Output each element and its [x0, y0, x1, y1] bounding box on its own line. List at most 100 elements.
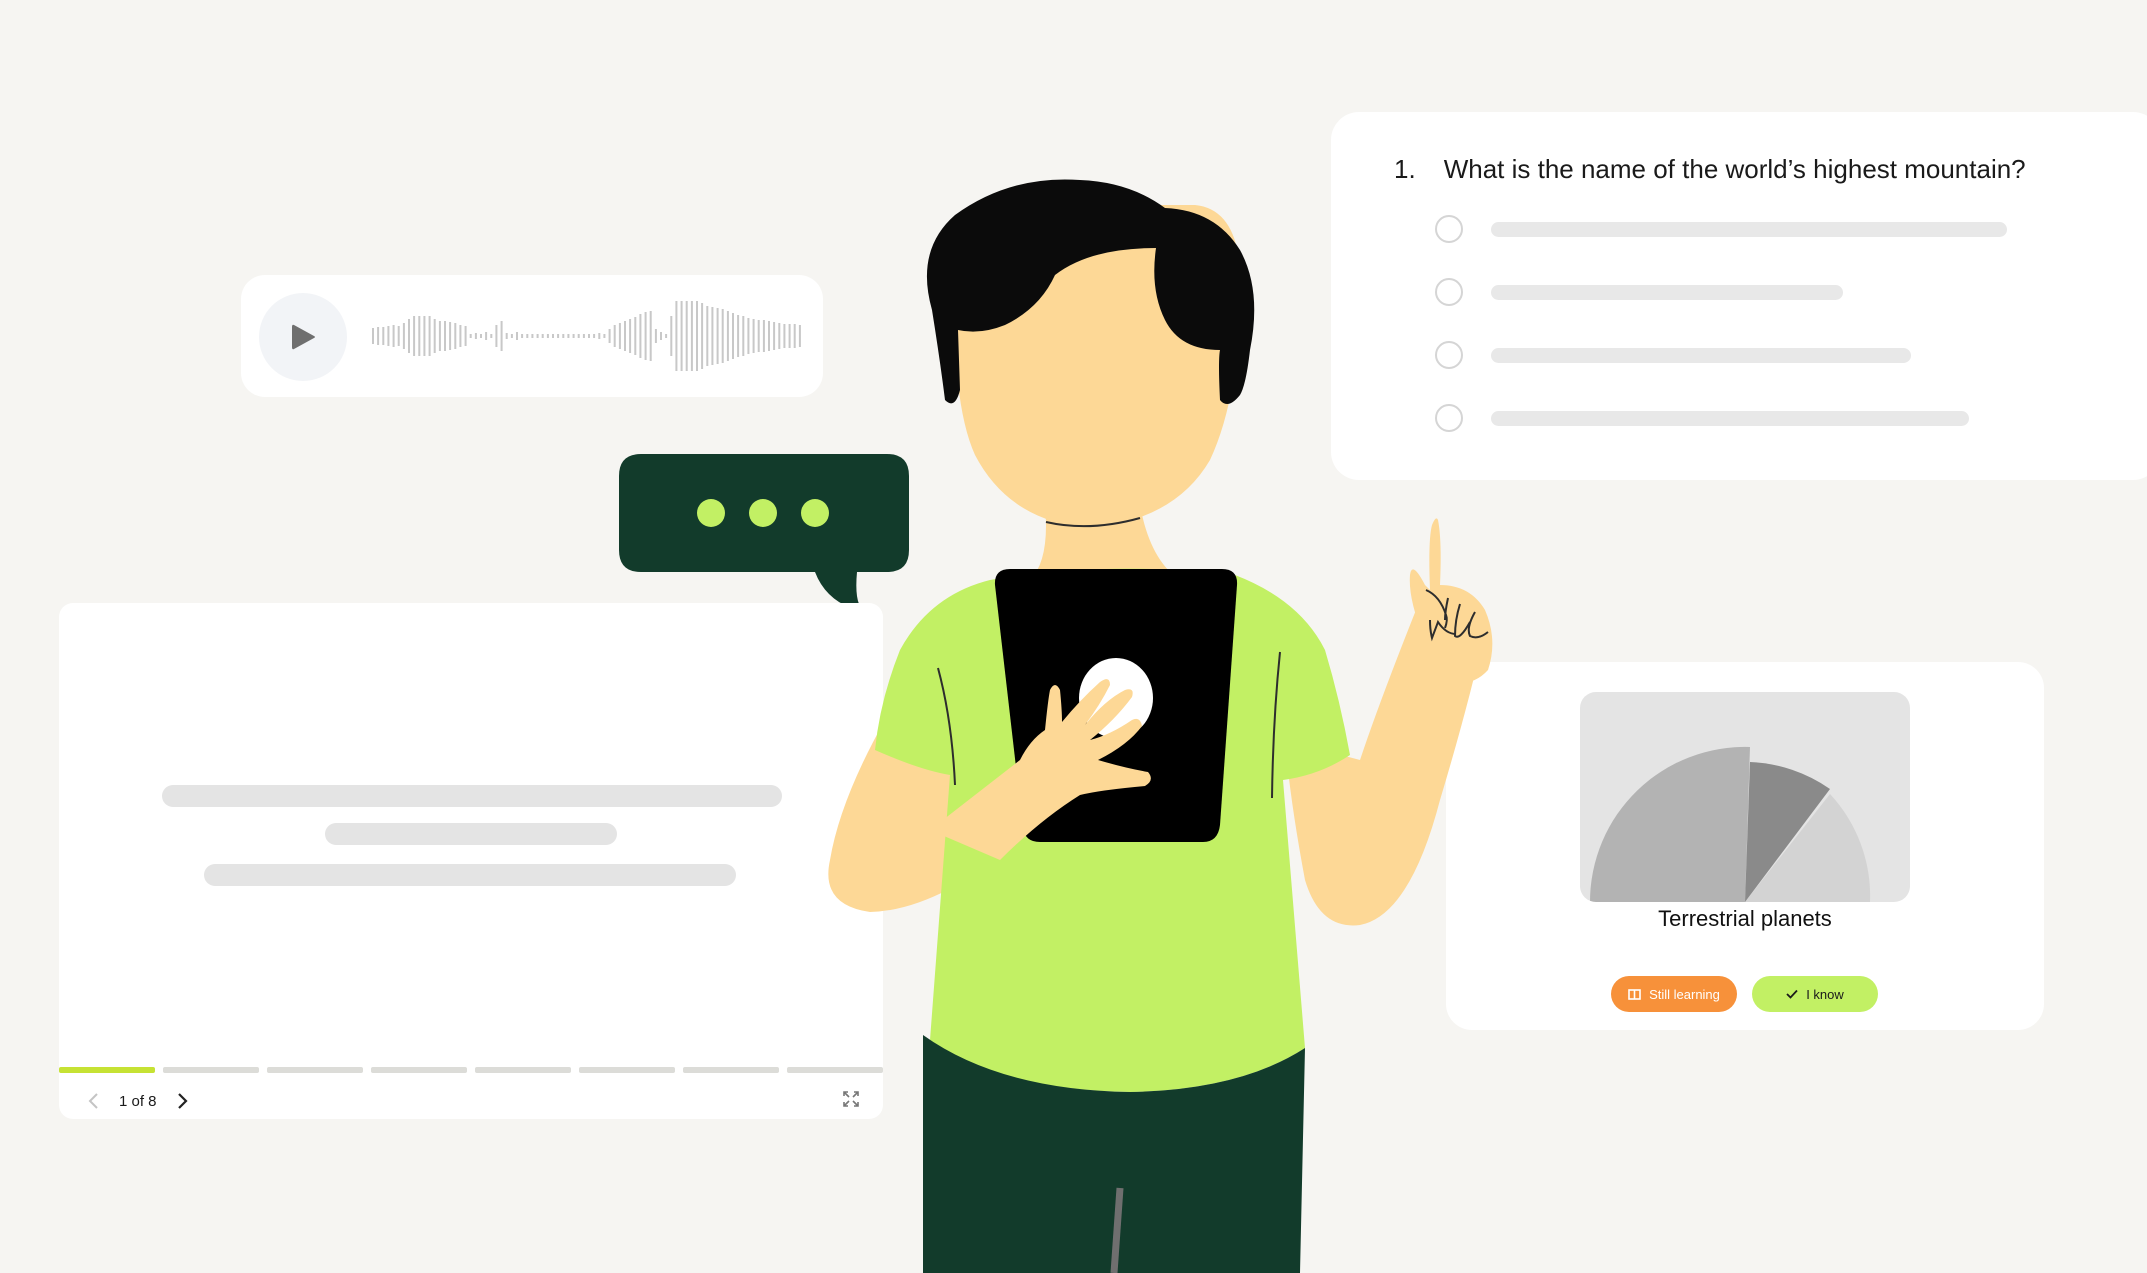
waveform-bar: [577, 334, 580, 338]
waveform-bar: [747, 318, 750, 354]
waveform-bar: [408, 319, 410, 353]
answer-placeholder: [1491, 221, 2007, 237]
slide-progress-bar: [59, 1067, 883, 1073]
waveform-bar: [644, 312, 647, 360]
waveform-bar: [639, 314, 642, 358]
waveform-bar: [680, 301, 683, 371]
pagination: 1 of 8: [87, 1087, 189, 1115]
book-icon: [1628, 988, 1641, 1000]
waveform-bar: [469, 334, 472, 338]
play-icon: [292, 324, 315, 350]
waveform-bar: [582, 334, 585, 338]
face: [954, 204, 1241, 528]
waveform-bar: [711, 307, 714, 365]
answer-placeholder: [1491, 410, 1969, 426]
previous-button[interactable]: [87, 1092, 101, 1110]
answer-option[interactable]: [1435, 278, 1843, 306]
waveform-bar: [454, 323, 457, 349]
waveform-bar: [531, 334, 534, 338]
text-placeholder: [325, 823, 617, 845]
waveform-bar: [444, 321, 446, 351]
waveform-bar: [377, 327, 380, 345]
waveform-bar: [675, 301, 678, 371]
progress-segment: [787, 1067, 883, 1073]
radio-button[interactable]: [1435, 278, 1463, 306]
waveform-bar: [737, 315, 740, 357]
check-icon: [1786, 989, 1798, 999]
audio-waveform[interactable]: [371, 275, 803, 397]
question-number: 1.: [1394, 154, 1416, 184]
answer-option[interactable]: [1435, 404, 1969, 432]
waveform-bar: [618, 323, 621, 349]
waveform-bar: [603, 334, 606, 338]
waveform-bar: [392, 325, 395, 347]
i-know-button[interactable]: I know: [1752, 976, 1878, 1012]
planet-flashcard: Terrestrial planets Still learning I kno…: [1446, 662, 2044, 1030]
text-placeholder: [162, 785, 782, 807]
page-indicator: 1 of 8: [119, 1092, 157, 1110]
radio-button[interactable]: [1435, 341, 1463, 369]
waveform-bar: [449, 322, 452, 350]
waveform-bar: [798, 325, 801, 347]
progress-segment: [683, 1067, 779, 1073]
chevron-right-icon: [177, 1093, 188, 1109]
radio-button[interactable]: [1435, 215, 1463, 243]
still-learning-button[interactable]: Still learning: [1611, 976, 1737, 1012]
radio-button[interactable]: [1435, 404, 1463, 432]
play-button[interactable]: [259, 293, 347, 381]
waveform-bar: [387, 326, 390, 346]
card-title: Terrestrial planets: [1658, 906, 1832, 931]
expand-icon: [843, 1091, 859, 1107]
waveform-bar: [505, 333, 508, 339]
waveform-bar: [778, 323, 781, 349]
text-placeholder: [204, 864, 736, 886]
waveform-bar: [516, 332, 518, 340]
waveform-bar: [757, 320, 760, 352]
waveform-bar: [490, 334, 493, 338]
waveform-bar: [402, 323, 405, 349]
waveform-bar: [480, 334, 482, 338]
progress-segment: [579, 1067, 675, 1073]
waveform-bar: [649, 311, 652, 361]
waveform-bar: [433, 319, 436, 353]
waveform-bar: [588, 334, 590, 338]
waveform-bar: [634, 317, 637, 355]
waveform-bar: [459, 325, 462, 347]
waveform-bar: [598, 333, 601, 339]
next-button[interactable]: [175, 1092, 189, 1110]
waveform-bar: [495, 325, 498, 347]
answer-option[interactable]: [1435, 215, 2007, 243]
waveform-bar: [726, 311, 729, 361]
waveform-bar: [768, 321, 770, 351]
waveform-bar: [629, 319, 632, 353]
waveform-bar: [438, 321, 441, 351]
waveform-bar: [521, 334, 524, 338]
waveform-bar: [783, 324, 786, 348]
waveform-bar: [500, 321, 503, 351]
waveform-bar: [372, 328, 374, 344]
typing-dot: [697, 499, 725, 527]
waveform-bar: [397, 326, 400, 346]
flashcard-viewer: 1 of 8: [59, 603, 883, 1119]
waveform-bar: [464, 326, 467, 346]
neck: [1030, 505, 1180, 580]
progress-segment: [267, 1067, 363, 1073]
waveform-bar: [608, 329, 611, 343]
audio-player-card: [241, 275, 823, 397]
waveform-bar: [546, 334, 549, 338]
waveform-bar: [773, 322, 776, 350]
question-text: What is the name of the world’s highest …: [1443, 154, 2026, 184]
waveform-bar: [660, 332, 662, 340]
tablet-logo: [1079, 658, 1153, 738]
waveform-bar: [793, 324, 796, 348]
tablet: [994, 569, 1238, 842]
waveform-bar: [624, 321, 626, 351]
waveform-bar: [536, 334, 539, 338]
answer-option[interactable]: [1435, 341, 1911, 369]
expand-button[interactable]: [841, 1089, 861, 1109]
progress-segment: [475, 1067, 571, 1073]
waveform-bar: [485, 332, 488, 340]
waveform-bar: [721, 309, 724, 363]
waveform-bar: [526, 334, 529, 338]
answer-placeholder: [1491, 347, 1911, 363]
